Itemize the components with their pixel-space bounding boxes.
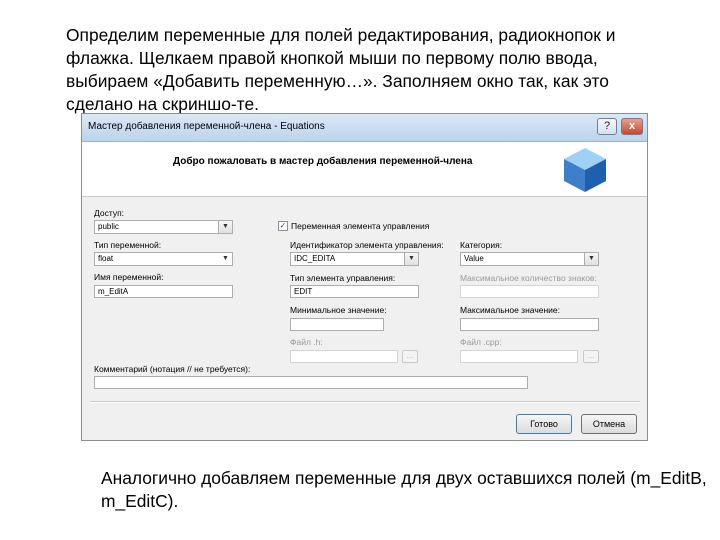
chevron-down-icon[interactable]: ▼ [219,253,232,265]
control-variable-label: Переменная элемента управления [291,221,430,231]
variable-type-value: float [98,254,114,263]
category-label: Категория: [460,240,503,250]
cpp-file-browse-button[interactable]: ... [583,350,599,363]
control-type-label: Тип элемента управления: [290,273,396,283]
max-value-label: Максимальное значение: [460,305,561,315]
comment-input[interactable] [94,376,528,389]
finish-button[interactable]: Готово [516,414,572,434]
title-bar[interactable]: Мастер добавления переменной-члена - Equ… [82,114,647,142]
variable-name-input[interactable]: m_EditA [94,285,233,298]
chevron-down-icon[interactable]: ▼ [404,253,418,265]
variable-type-label: Тип переменной: [94,240,162,250]
cancel-button[interactable]: Отмена [581,414,637,434]
add-member-variable-wizard-dialog: Мастер добавления переменной-члена - Equ… [81,113,648,441]
intro-paragraph: Определим переменные для полей редактиро… [66,25,616,114]
max-chars-input[interactable] [460,285,599,298]
blue-cube-icon [564,148,606,192]
control-id-value: IDC_EDITA [294,254,336,263]
outro-paragraph: Аналогично добавляем переменные для двух… [101,468,707,511]
h-file-label: Файл .h: [290,337,323,347]
wizard-header: Добро пожаловать в мастер добавления пер… [82,142,647,197]
h-file-browse-button[interactable]: ... [402,350,418,363]
category-value: Value [464,254,484,263]
separator [90,401,640,403]
access-label: Доступ: [94,208,125,218]
control-id-dropdown[interactable]: IDC_EDITA ▼ [290,252,419,266]
max-chars-label: Максимальное количество знаков: [460,273,597,283]
comment-label: Комментарий (нотация // не требуется): [94,364,251,374]
window-title: Мастер добавления переменной-члена - Equ… [88,121,325,132]
variable-type-combo[interactable]: float ▼ [94,252,233,266]
access-dropdown[interactable]: public ▼ [94,220,233,234]
control-type-input[interactable]: EDIT [290,285,419,298]
help-icon[interactable]: ? [597,118,617,135]
cpp-file-label: Файл .cpp: [460,337,502,347]
min-value-input[interactable] [290,318,384,331]
min-value-label: Минимальное значение: [290,305,387,315]
access-value: public [98,222,119,231]
control-variable-checkbox[interactable]: ✓ [278,221,288,231]
category-dropdown[interactable]: Value ▼ [460,252,599,266]
h-file-input[interactable] [290,350,398,363]
welcome-heading: Добро пожаловать в мастер добавления пер… [173,156,473,167]
close-icon[interactable]: x [621,118,643,135]
control-id-label: Идентификатор элемента управления: [290,240,444,250]
max-value-input[interactable] [460,318,599,331]
variable-name-label: Имя переменной: [94,272,164,282]
chevron-down-icon[interactable]: ▼ [584,253,598,265]
chevron-down-icon[interactable]: ▼ [218,221,232,233]
cpp-file-input[interactable] [460,350,578,363]
